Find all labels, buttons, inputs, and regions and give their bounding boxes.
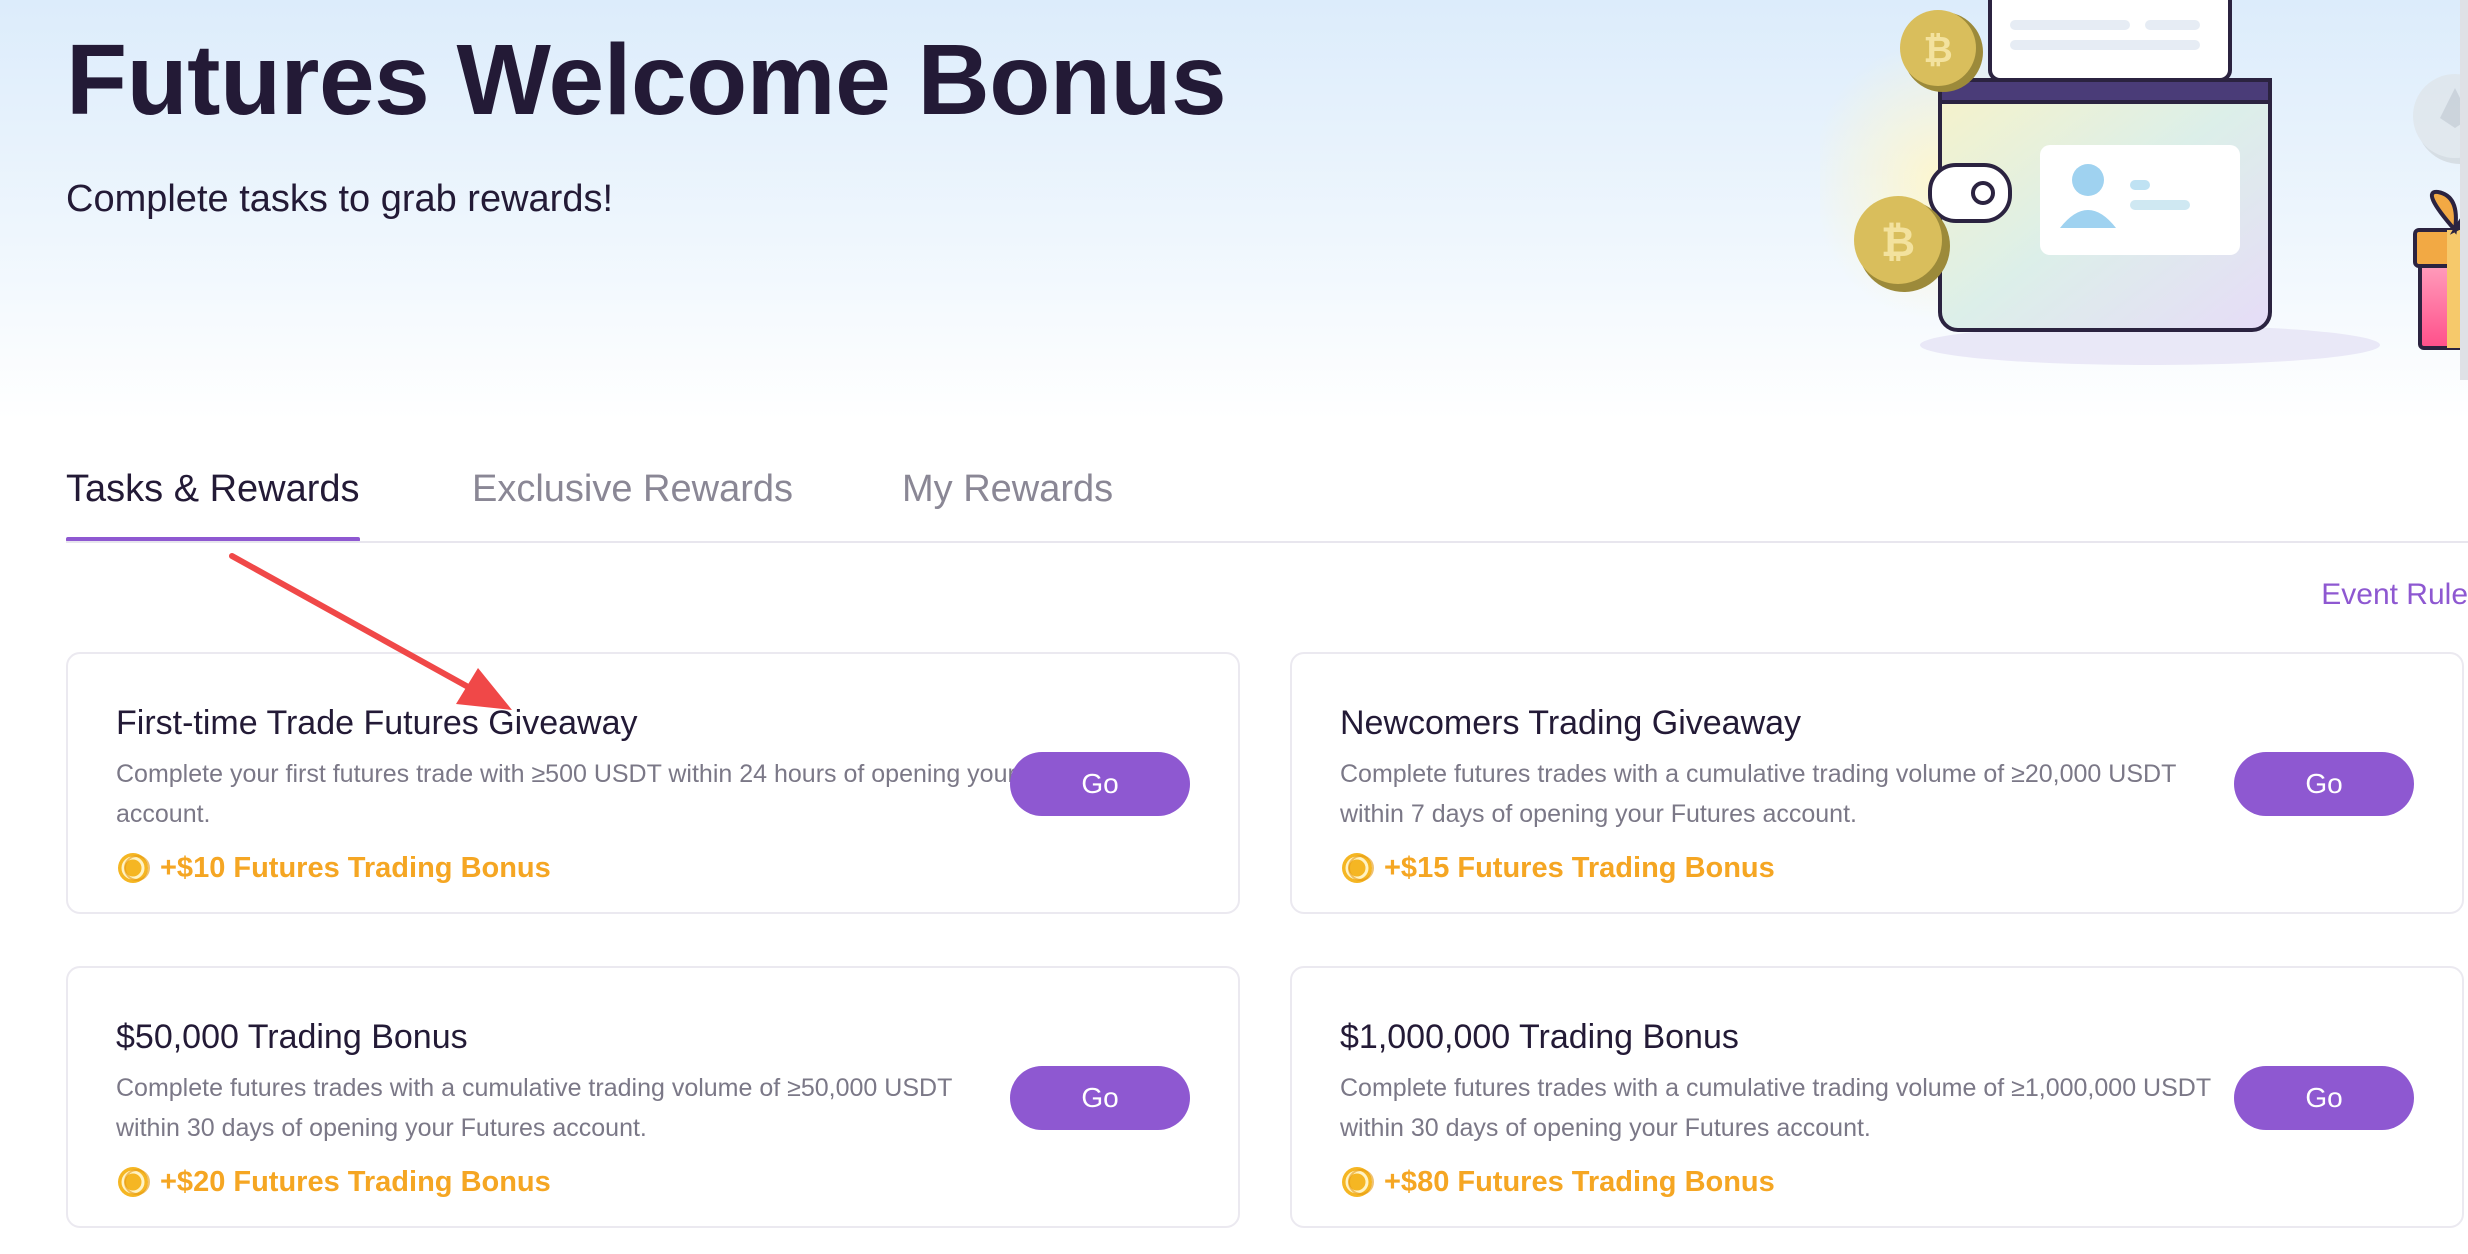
task-description: Complete futures trades with a cumulativ… [116,1074,952,1142]
task-reward: +$15 Futures Trading Bonus [1340,850,1775,886]
task-reward: +$80 Futures Trading Bonus [1340,1164,1775,1200]
task-description: Complete futures trades with a cumulativ… [1340,760,2176,828]
wallet-illustration: ₿ ₿ [1820,0,2468,380]
task-reward: +$20 Futures Trading Bonus [116,1164,551,1200]
task-description: Complete your first futures trade with ≥… [116,760,1108,828]
coin-icon [118,1167,150,1197]
tab-tasks-rewards[interactable]: Tasks & Rewards [66,450,360,542]
go-button[interactable]: Go [1010,1066,1190,1130]
coin-icon [118,853,150,883]
reward-label: +$15 Futures Trading Bonus [1384,851,1775,884]
task-card-first-trade: First-time Trade Futures Giveaway Comple… [66,652,1240,914]
task-reward: +$10 Futures Trading Bonus [116,850,551,886]
go-button[interactable]: Go [2234,752,2414,816]
page-title: Futures Welcome Bonus [66,24,1227,136]
event-rule-link[interactable]: Event Rule [2321,578,2468,612]
task-card-50k: $50,000 Trading Bonus Complete futures t… [66,966,1240,1228]
tab-my-rewards[interactable]: My Rewards [902,450,1113,542]
task-description: Complete futures trades with a cumulativ… [1340,1074,2211,1142]
task-card-1m: $1,000,000 Trading Bonus Complete future… [1290,966,2464,1228]
reward-label: +$80 Futures Trading Bonus [1384,1165,1775,1198]
reward-label: +$10 Futures Trading Bonus [160,851,551,884]
go-button[interactable]: Go [1010,752,1190,816]
task-title: $50,000 Trading Bonus [116,1018,468,1056]
task-card-newcomers: Newcomers Trading Giveaway Complete futu… [1290,652,2464,914]
tab-exclusive-rewards[interactable]: Exclusive Rewards [472,450,793,542]
page-subtitle: Complete tasks to grab rewards! [66,178,614,220]
go-button[interactable]: Go [2234,1066,2414,1130]
coin-icon [1342,1167,1374,1197]
reward-label: +$20 Futures Trading Bonus [160,1165,551,1198]
task-title: Newcomers Trading Giveaway [1340,704,1802,742]
svg-text:₿: ₿ [1923,30,1952,71]
coin-icon [1342,853,1374,883]
tab-bar: Tasks & Rewards Exclusive Rewards My Rew… [66,450,2468,542]
svg-text:₿: ₿ [1881,217,1915,266]
task-title: First-time Trade Futures Giveaway [116,704,638,742]
tab-divider [66,541,2468,543]
task-title: $1,000,000 Trading Bonus [1340,1018,1739,1056]
